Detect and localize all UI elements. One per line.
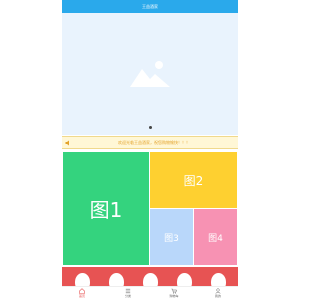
- tile-4[interactable]: 图4: [194, 209, 237, 265]
- tab-profile-label: 我的: [214, 294, 221, 298]
- tab-cart-label: 购物车: [169, 294, 179, 298]
- product-thumbnail[interactable]: [177, 273, 192, 286]
- tab-home-label: 首页: [78, 294, 85, 298]
- speaker-icon: [65, 140, 69, 146]
- notice-text: 欢迎光临王益酒家，祝您购物愉快！！！: [118, 140, 190, 145]
- tab-cart[interactable]: 购物车: [159, 288, 189, 301]
- bottom-tabbar: 首页 分类 购物车 我的: [62, 286, 238, 300]
- tile-2[interactable]: 图2: [150, 152, 237, 208]
- app-frame: 王益酒家 欢迎光临王益酒家，祝您购物愉快！！！ 图1 图2 图3 图4 首页 分…: [62, 0, 238, 300]
- tile-3[interactable]: 图3: [150, 209, 193, 265]
- product-strip: [62, 267, 238, 286]
- image-placeholder-icon: [130, 61, 170, 87]
- carousel-indicator[interactable]: [149, 126, 152, 129]
- page-title: 王益酒家: [142, 4, 158, 9]
- app-header: 王益酒家: [62, 0, 238, 13]
- tab-profile[interactable]: 我的: [203, 288, 233, 301]
- product-thumbnail[interactable]: [211, 273, 226, 286]
- banner-carousel[interactable]: [62, 13, 238, 135]
- product-thumbnail[interactable]: [109, 273, 124, 286]
- product-thumbnail[interactable]: [75, 273, 90, 286]
- notice-bar: 欢迎光临王益酒家，祝您购物愉快！！！: [62, 136, 238, 149]
- tab-home[interactable]: 首页: [67, 288, 97, 301]
- tab-category[interactable]: 分类: [113, 288, 143, 301]
- tile-1[interactable]: 图1: [63, 152, 149, 265]
- tab-category-label: 分类: [124, 294, 131, 298]
- product-thumbnail[interactable]: [143, 273, 158, 286]
